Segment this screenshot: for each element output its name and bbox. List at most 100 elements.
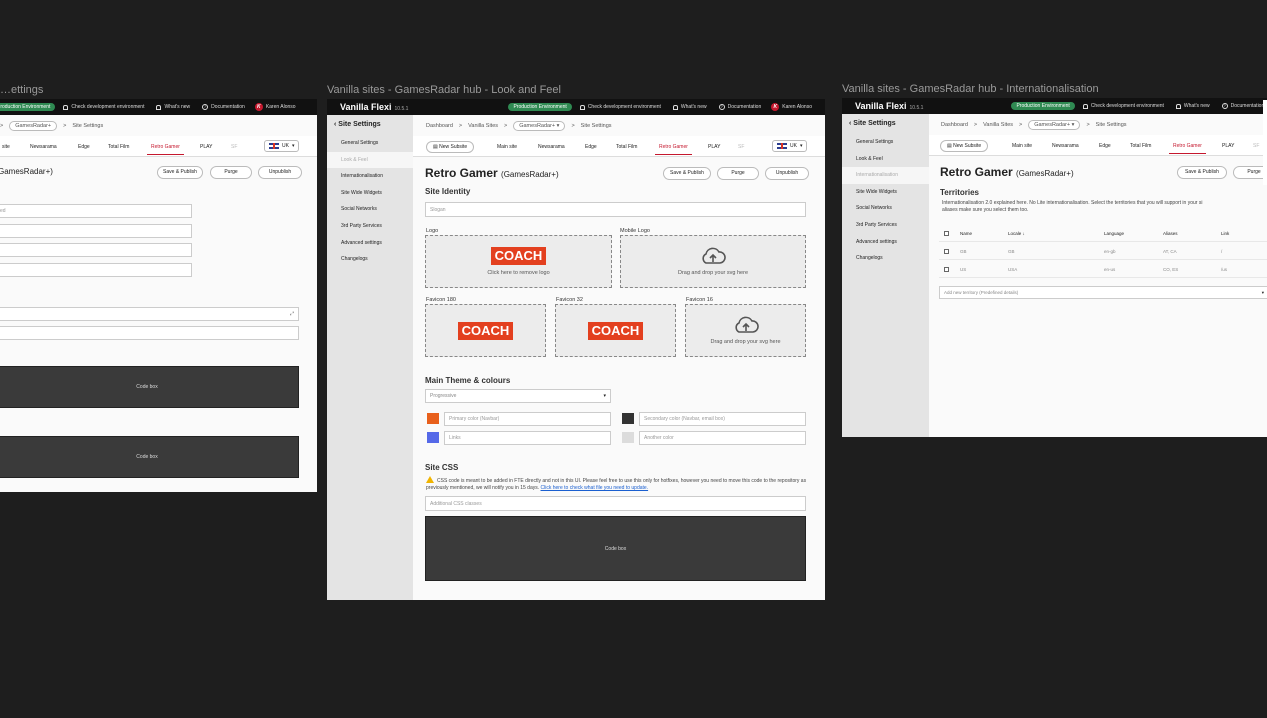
tab-edge[interactable]: Edge <box>585 144 597 150</box>
breadcrumb-hub-select[interactable]: GamesRadar+ ▾ <box>513 121 566 131</box>
tab-retro-gamer[interactable]: Retro Gamer <box>147 144 184 155</box>
sidebar-item-general-settings[interactable]: General Settings <box>327 135 413 152</box>
favicon-180-dropzone[interactable]: COACH <box>425 304 546 357</box>
breadcrumb-dashboard[interactable]: Dashboard <box>426 123 453 129</box>
primary-color-input[interactable]: Primary color (Navbar) <box>444 412 611 426</box>
brand-logo[interactable]: Vanilla Flexi 10.5.1 <box>855 101 923 111</box>
sidebar-item-changelogs[interactable]: Changelogs <box>842 250 929 267</box>
tab-play[interactable]: PLAY <box>1222 143 1234 149</box>
whats-new-link[interactable]: What's new <box>672 104 707 110</box>
tab-play[interactable]: PLAY <box>200 144 212 150</box>
sidebar-item-social-networks[interactable]: Social Networks <box>842 200 929 217</box>
sidebar-heading[interactable]: ‹ Site Settings <box>327 115 413 135</box>
add-territory-select[interactable]: Add new territory (Predefined details) ▾ <box>939 286 1267 299</box>
another-color-swatch[interactable] <box>622 432 634 443</box>
column-header-language[interactable]: Language <box>1104 231 1124 236</box>
row-link[interactable]: / <box>1221 249 1222 254</box>
table-row[interactable]: GB GB en-gb AT, CA / <box>939 242 1267 260</box>
tab-newsarama[interactable]: Newsarama <box>30 144 57 150</box>
tab-total-film[interactable]: Total Film <box>616 144 637 150</box>
new-subsite-button[interactable]: ▤ New Subsite <box>940 140 989 152</box>
tab-sf[interactable]: SF <box>231 144 237 150</box>
table-row[interactable]: US USA en-us CO, ES /us <box>939 260 1267 278</box>
sidebar-item-site-wide-widgets[interactable]: Site Wide Widgets <box>842 184 929 201</box>
tab-total-film[interactable]: Total Film <box>108 144 129 150</box>
secondary-color-swatch[interactable] <box>622 413 634 424</box>
favicon-32-dropzone[interactable]: COACH <box>555 304 676 357</box>
unpublish-button[interactable]: Unpublish <box>765 167 809 180</box>
purge-button[interactable]: Purge <box>210 166 252 179</box>
sidebar-item-3rd-party-services[interactable]: 3rd Party Services <box>327 218 413 235</box>
sidebar-item-general-settings[interactable]: General Settings <box>842 134 929 151</box>
whats-new-link[interactable]: What's new <box>156 104 190 110</box>
sidebar-item-look-and-feel[interactable]: Look & Feel <box>327 151 413 169</box>
tab-newsarama[interactable]: Newsarama <box>1052 143 1079 149</box>
tab-play[interactable]: PLAY <box>708 144 720 150</box>
sidebar-heading[interactable]: ‹ Site Settings <box>842 114 929 134</box>
links-color-swatch[interactable] <box>427 432 439 443</box>
sidebar-item-internationalisation[interactable]: Internationalisation <box>327 168 413 185</box>
column-header-link[interactable]: Link <box>1221 231 1229 236</box>
user-menu[interactable]: K Karen Alonso <box>254 103 296 111</box>
slogan-input[interactable]: Slogan <box>425 202 806 217</box>
tab-total-film[interactable]: Total Film <box>1130 143 1151 149</box>
check-dev-link[interactable]: Check development environment <box>1082 103 1164 109</box>
sidebar-item-site-wide-widgets[interactable]: Site Wide Widgets <box>327 185 413 202</box>
breadcrumb-sites[interactable]: Vanilla Sites <box>983 122 1013 128</box>
tab-edge[interactable]: Edge <box>78 144 90 150</box>
text-field[interactable] <box>0 263 192 277</box>
sidebar-item-look-and-feel[interactable]: Look & Feel <box>842 151 929 168</box>
text-field[interactable] <box>0 326 299 340</box>
select-all-checkbox[interactable] <box>944 231 949 237</box>
tab-sf[interactable]: SF <box>1253 143 1259 149</box>
expand-icon[interactable]: ⤢ <box>290 311 294 317</box>
code-box[interactable]: Code box <box>0 436 299 478</box>
environment-badge[interactable]: Production Environment <box>508 103 572 111</box>
update-file-link[interactable]: Click here to check what file you need t… <box>541 485 649 491</box>
mobile-logo-dropzone[interactable]: Drag and drop your svg here <box>620 235 806 288</box>
breadcrumb-dashboard[interactable]: Dashboard <box>941 122 968 128</box>
css-code-box[interactable]: Code box <box>425 516 806 581</box>
whats-new-link[interactable]: What's new <box>1175 103 1210 109</box>
locale-select[interactable]: UK ▾ <box>264 140 300 152</box>
column-header-aliases[interactable]: Aliases <box>1163 231 1178 236</box>
breadcrumb-hub-select[interactable]: GamesRadar+ <box>9 121 58 131</box>
documentation-link[interactable]: ? Documentation <box>718 104 761 110</box>
breadcrumb-hub-select[interactable]: GamesRadar+ ▾ <box>1028 120 1081 130</box>
another-color-input[interactable]: Another color <box>639 431 806 445</box>
column-header-name[interactable]: Name <box>960 231 972 236</box>
documentation-link[interactable]: ? Documentation <box>202 104 245 110</box>
purge-button[interactable]: Purge <box>1233 166 1267 179</box>
tab-edge[interactable]: Edge <box>1099 143 1111 149</box>
save-publish-button[interactable]: Save & Publish <box>663 167 711 180</box>
documentation-link[interactable]: ? Documentation <box>1221 103 1264 109</box>
logo-dropzone[interactable]: COACH Click here to remove logo <box>425 235 612 288</box>
unpublish-button[interactable]: Unpublish <box>258 166 302 179</box>
text-field[interactable] <box>0 224 192 238</box>
row-link[interactable]: /us <box>1221 267 1227 272</box>
check-dev-link[interactable]: Check development environment <box>63 104 144 110</box>
favicon-16-dropzone[interactable]: Drag and drop your svg here <box>685 304 806 357</box>
text-field[interactable]: ed <box>0 204 192 218</box>
expand-field[interactable]: ⤢ <box>0 307 299 321</box>
brand-logo[interactable]: Vanilla Flexi 10.5.1 <box>340 102 408 112</box>
tab-main-site-partial[interactable]: site <box>2 144 10 150</box>
locale-select[interactable]: UK ▾ <box>772 140 808 152</box>
check-dev-link[interactable]: Check development environment <box>579 104 661 110</box>
links-color-input[interactable]: Links <box>444 431 611 445</box>
tab-main-site[interactable]: Main site <box>1012 143 1032 149</box>
remove-logo-link[interactable]: Click here to remove logo <box>487 270 549 276</box>
row-checkbox[interactable] <box>944 267 949 273</box>
text-field[interactable] <box>0 243 192 257</box>
code-box[interactable]: Code box <box>0 366 299 408</box>
theme-select[interactable]: Progressive ▾ <box>425 389 611 403</box>
column-header-locale[interactable]: Locale ↓ <box>1008 231 1025 236</box>
primary-color-swatch[interactable] <box>427 413 439 424</box>
sidebar-item-internationalisation[interactable]: Internationalisation <box>842 167 929 184</box>
css-classes-input[interactable]: Additional CSS classes <box>425 496 806 511</box>
environment-badge[interactable]: Production Environment <box>0 103 56 111</box>
sidebar-item-social-networks[interactable]: Social Networks <box>327 201 413 218</box>
sidebar-item-3rd-party-services[interactable]: 3rd Party Services <box>842 217 929 234</box>
user-menu[interactable]: K Karen Alonso <box>771 103 812 111</box>
save-publish-button[interactable]: Save & Publish <box>157 166 203 179</box>
